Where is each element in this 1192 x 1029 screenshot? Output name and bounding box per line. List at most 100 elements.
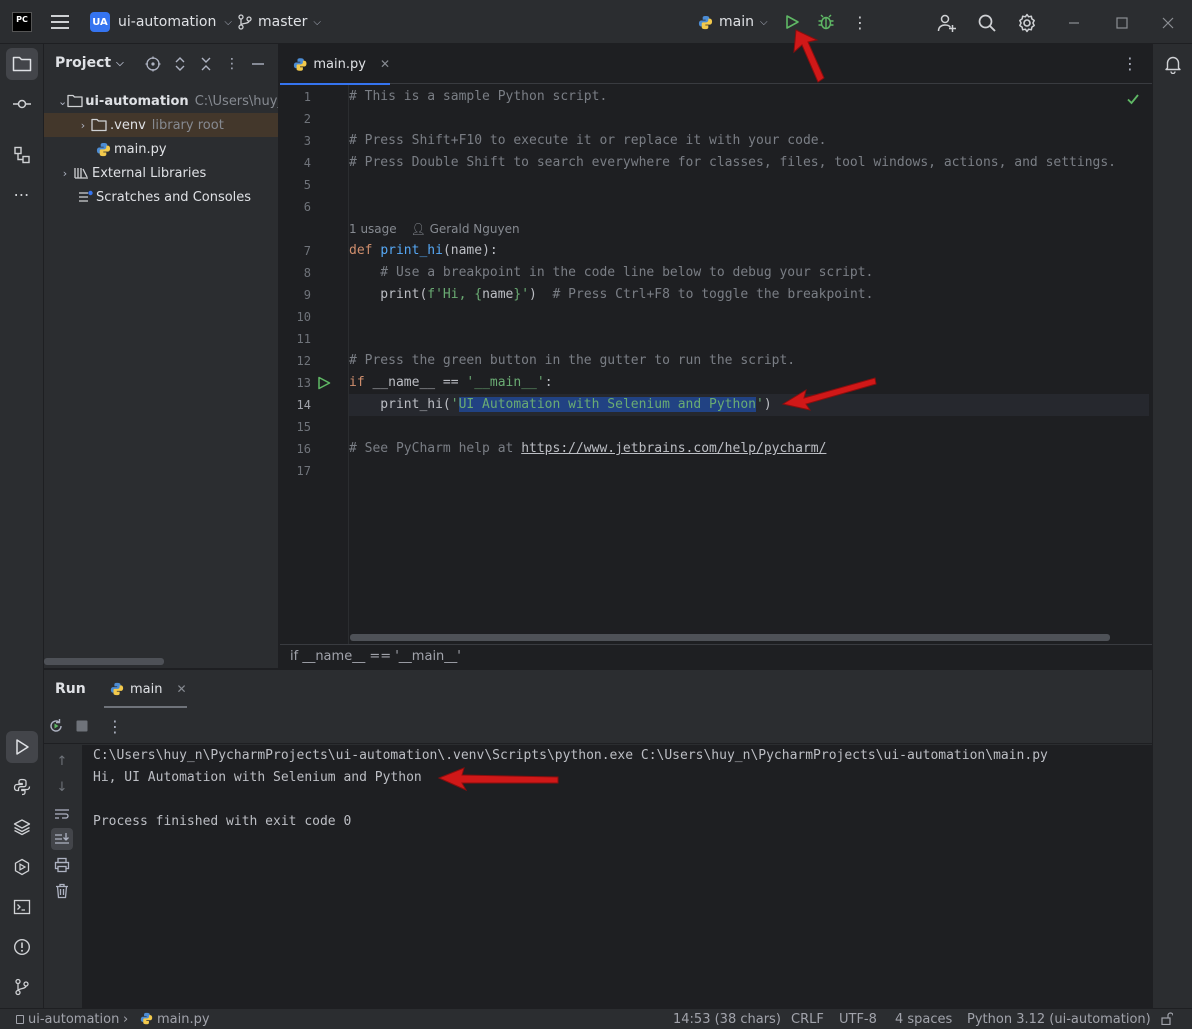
expand-all-icon[interactable] (171, 55, 189, 73)
comment-token: # Press Ctrl+F8 to toggle the breakpoint… (536, 287, 874, 302)
python-interpreter[interactable]: Python 3.12 (ui-automation) (967, 1012, 1151, 1027)
module-icon (16, 1015, 24, 1024)
close-window-button[interactable] (1156, 12, 1180, 34)
tree-item-venv[interactable]: › .venv library root (44, 113, 278, 137)
project-pane-header: Project ⌵ ⋮ (44, 44, 278, 84)
string-token: }' (513, 287, 530, 302)
hide-pane-icon[interactable] (249, 55, 267, 73)
indent-setting[interactable]: 4 spaces (895, 1012, 952, 1027)
terminal-tool-button[interactable] (6, 891, 38, 923)
commit-icon (13, 99, 31, 109)
code-with-me-button[interactable] (936, 12, 958, 34)
line-number: 3 (303, 134, 311, 148)
run-window-title: Run (55, 681, 86, 697)
editor-horizontal-scrollbar[interactable] (350, 634, 1110, 641)
select-opened-file-icon[interactable] (144, 55, 162, 73)
scroll-to-end-icon[interactable] (51, 828, 73, 850)
status-breadcrumb-project[interactable]: ui-automation (16, 1012, 119, 1027)
problems-tool-button[interactable] (6, 931, 38, 963)
rerun-button[interactable] (47, 717, 65, 735)
minimize-window-button[interactable] (1062, 12, 1086, 34)
stop-button[interactable] (73, 717, 91, 735)
tree-item-scratches[interactable]: Scratches and Consoles (44, 185, 278, 209)
soft-wrap-icon[interactable] (51, 803, 73, 825)
code-line: # See PyCharm help at https://www.jetbra… (349, 438, 1149, 460)
code-token: == (435, 375, 467, 390)
author-hint[interactable]: Gerald Nguyen (430, 222, 520, 236)
status-file-label: main.py (157, 1012, 210, 1027)
settings-button[interactable] (1016, 12, 1038, 34)
line-number: 10 (296, 310, 311, 324)
string-token: '__main__' (466, 375, 545, 390)
scroll-down-icon[interactable]: ↓ (51, 776, 73, 798)
caret-position[interactable]: 14:53 (38 chars) (673, 1012, 781, 1027)
tab-main-py[interactable]: main.py ✕ (280, 44, 390, 85)
more-tool-windows-icon[interactable]: ⋯ (6, 178, 38, 210)
clear-all-icon[interactable] (51, 880, 73, 902)
project-view-selector[interactable]: Project ⌵ (55, 55, 124, 71)
close-icon (1162, 17, 1174, 29)
debug-button[interactable] (816, 12, 836, 32)
no-problems-check-icon[interactable] (1126, 92, 1140, 106)
horizontal-scrollbar[interactable] (44, 658, 164, 665)
main-menu-icon[interactable] (50, 12, 70, 32)
run-console-output[interactable]: C:\Users\huy_n\PycharmProjects\ui-automa… (82, 745, 1152, 1009)
minimize-icon (252, 63, 264, 65)
help-link[interactable]: https://www.jetbrains.com/help/pycharm/ (521, 441, 826, 456)
debug-bug-icon (818, 14, 834, 30)
python-icon (110, 682, 124, 696)
project-selector[interactable]: UA ui-automation ⌵ (90, 10, 232, 34)
gutter-run-icon[interactable] (317, 376, 331, 390)
bell-icon[interactable] (1164, 54, 1182, 74)
code-line: def print_hi(name): (349, 240, 1149, 262)
keyword-token: def (349, 243, 373, 258)
services-icon (14, 858, 30, 876)
file-encoding[interactable]: UTF-8 (839, 1012, 877, 1027)
project-badge: UA (90, 12, 110, 32)
more-options-icon[interactable]: ⋮ (106, 717, 124, 736)
more-actions-icon[interactable]: ⋮ (852, 12, 868, 32)
close-tab-icon[interactable]: ✕ (380, 57, 390, 71)
project-tool-button[interactable] (6, 48, 38, 80)
git-tool-button[interactable] (6, 971, 38, 1003)
run-tool-button[interactable] (6, 731, 38, 763)
scroll-up-icon[interactable]: ↑ (51, 750, 73, 772)
run-tab-main[interactable]: main ✕ (104, 670, 187, 708)
status-breadcrumb-file[interactable]: main.py (140, 1012, 210, 1027)
python-packages-tool-button[interactable] (6, 771, 38, 803)
wrap-icon (55, 809, 69, 819)
code-vision-hint[interactable]: 1 usage 👤︎ Gerald Nguyen (349, 218, 520, 240)
lock-icon[interactable] (1161, 1012, 1174, 1029)
usages-hint[interactable]: 1 usage (349, 222, 397, 236)
services-tool-button[interactable] (6, 851, 38, 883)
tree-item-main-py[interactable]: main.py (44, 137, 278, 161)
collapse-all-icon[interactable] (197, 55, 215, 73)
line-number-gutter[interactable]: 1 2 3 4 5 6 7 8 9 10 11 12 13 14 15 16 1… (280, 85, 348, 645)
chevron-right-icon: › (62, 166, 68, 180)
line-number: 6 (303, 200, 311, 214)
options-icon[interactable]: ⋮ (223, 55, 241, 73)
structure-tool-button[interactable] (6, 139, 38, 171)
gear-icon (1019, 13, 1035, 33)
status-project-label: ui-automation (28, 1012, 120, 1027)
tree-item-ui-automation[interactable]: ⌄ ui-automation C:\Users\huy_n (44, 89, 278, 113)
vcs-branch-selector[interactable]: master ⌵ (238, 10, 321, 34)
print-icon[interactable] (51, 854, 73, 876)
code-token: ) (529, 287, 537, 302)
run-configuration-selector[interactable]: main ⌵ (698, 10, 768, 34)
editor-tab-bar: main.py ✕ ⋮ (280, 44, 1152, 85)
code-editor[interactable]: # This is a sample Python script. # Pres… (349, 85, 1149, 645)
maximize-window-button[interactable] (1110, 12, 1134, 34)
search-everywhere-button[interactable] (976, 12, 998, 34)
commit-tool-button[interactable] (6, 88, 38, 120)
editor-tabs-more-icon[interactable]: ⋮ (1122, 54, 1138, 73)
run-button[interactable] (782, 12, 802, 32)
close-tab-icon[interactable]: ✕ (176, 682, 186, 696)
line-separator[interactable]: CRLF (791, 1012, 824, 1027)
layers-tool-button[interactable] (6, 811, 38, 843)
title-bar: PC UA ui-automation ⌵ master ⌵ main ⌵ ⋮ (0, 0, 1192, 44)
project-pane-title: Project (55, 55, 112, 71)
python-file-icon (293, 57, 307, 71)
tree-item-external-libraries[interactable]: › External Libraries (44, 161, 278, 185)
editor-breadcrumb[interactable]: if __name__ == '__main__' (280, 644, 1152, 668)
